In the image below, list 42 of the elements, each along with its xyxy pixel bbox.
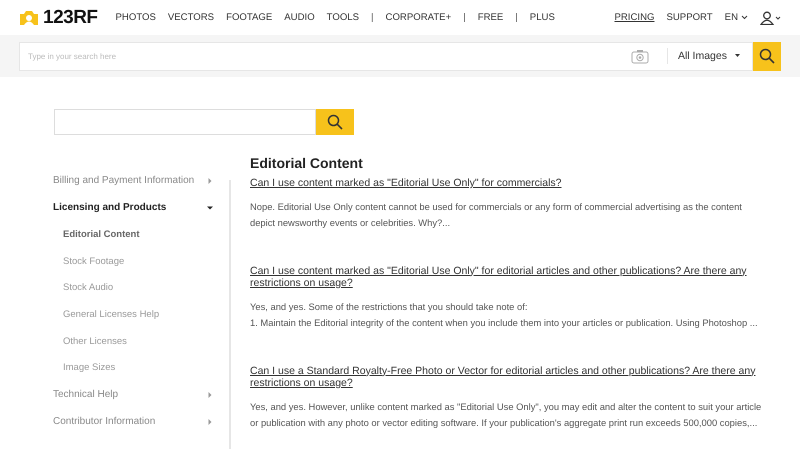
nav-link[interactable]: PLUS: [530, 12, 555, 23]
caret-right-icon: [207, 178, 213, 184]
nav-separator: |: [463, 12, 466, 23]
search-icon: [327, 114, 343, 130]
nav-link[interactable]: AUDIO: [284, 12, 315, 23]
caret-right-icon: [207, 392, 213, 398]
nav-separator: |: [515, 12, 518, 23]
sidebar-section[interactable]: Billing and Payment Information: [53, 167, 213, 194]
search-button[interactable]: [753, 42, 781, 70]
nav-separator: |: [371, 12, 374, 23]
nav-link[interactable]: FOOTAGE: [226, 12, 272, 23]
caret-right-icon: [207, 418, 213, 425]
nav-link[interactable]: TOOLS: [326, 12, 360, 23]
user-icon[interactable]: [760, 10, 782, 24]
answer-text: Yes, and yes. Some of the restrictions that you should take note of: 1. Maintain the Editorial integrity of the content when you include them into your articles or publication. Using Photoshop ...: [250, 300, 759, 330]
nav-link[interactable]: FREE: [478, 12, 504, 23]
question-link[interactable]: Can I use content marked as "Editorial Use Only" for commercials?: [250, 177, 760, 190]
nav-link[interactable]: CORPORATE+: [386, 12, 452, 23]
sidebar-section[interactable]: Licensing and Products: [53, 194, 213, 221]
answer-text: Yes, and yes. However, unlike content marked as "Editorial Use Only", you may edit and alter the content to suit your article or publication with any photo or vector editing software. If your publication's aggregate print run exceeds 500,000 copies,...: [250, 400, 760, 430]
sidebar-item[interactable]: Editorial Content: [53, 221, 229, 248]
logo-icon: [18, 8, 40, 26]
nav-link[interactable]: SUPPORT: [666, 12, 713, 23]
caret-down-icon: [735, 54, 740, 58]
language-dropdown[interactable]: EN: [724, 12, 748, 23]
search-icon: [759, 48, 775, 64]
caret-down-icon: [207, 204, 213, 210]
section-title: Editorial Content: [250, 155, 364, 171]
image-type-dropdown[interactable]: All Images: [666, 48, 752, 64]
sidebar-section[interactable]: Contributor Information: [53, 408, 213, 436]
nav-link[interactable]: VECTORS: [168, 12, 214, 23]
question-link[interactable]: Can I use a Standard Royalty-Free Photo or Vector for editorial articles and other publications? Are there any restrictions on usage?: [250, 364, 760, 390]
logo[interactable]: 123RF: [43, 6, 98, 28]
question-link[interactable]: Can I use content marked as "Editorial Use Only" for editorial articles and other publications? Are there any restrictions on usage?: [250, 264, 760, 290]
nav-link[interactable]: PHOTOS: [116, 12, 156, 23]
sidebar-section[interactable]: Technical Help: [53, 381, 213, 408]
help-search-button[interactable]: [316, 109, 354, 135]
help-search-field[interactable]: [54, 109, 316, 135]
nav-link[interactable]: PRICING: [614, 12, 654, 23]
chevron-down-icon: [741, 15, 748, 20]
search-field[interactable]: Type in your search here All Images: [19, 42, 753, 70]
answer-text: Nope. Editorial Use Only content cannot be used for commercials or any form of commercial advertising as the content depict newsworthy events or celebrities. Why?...: [250, 200, 743, 230]
